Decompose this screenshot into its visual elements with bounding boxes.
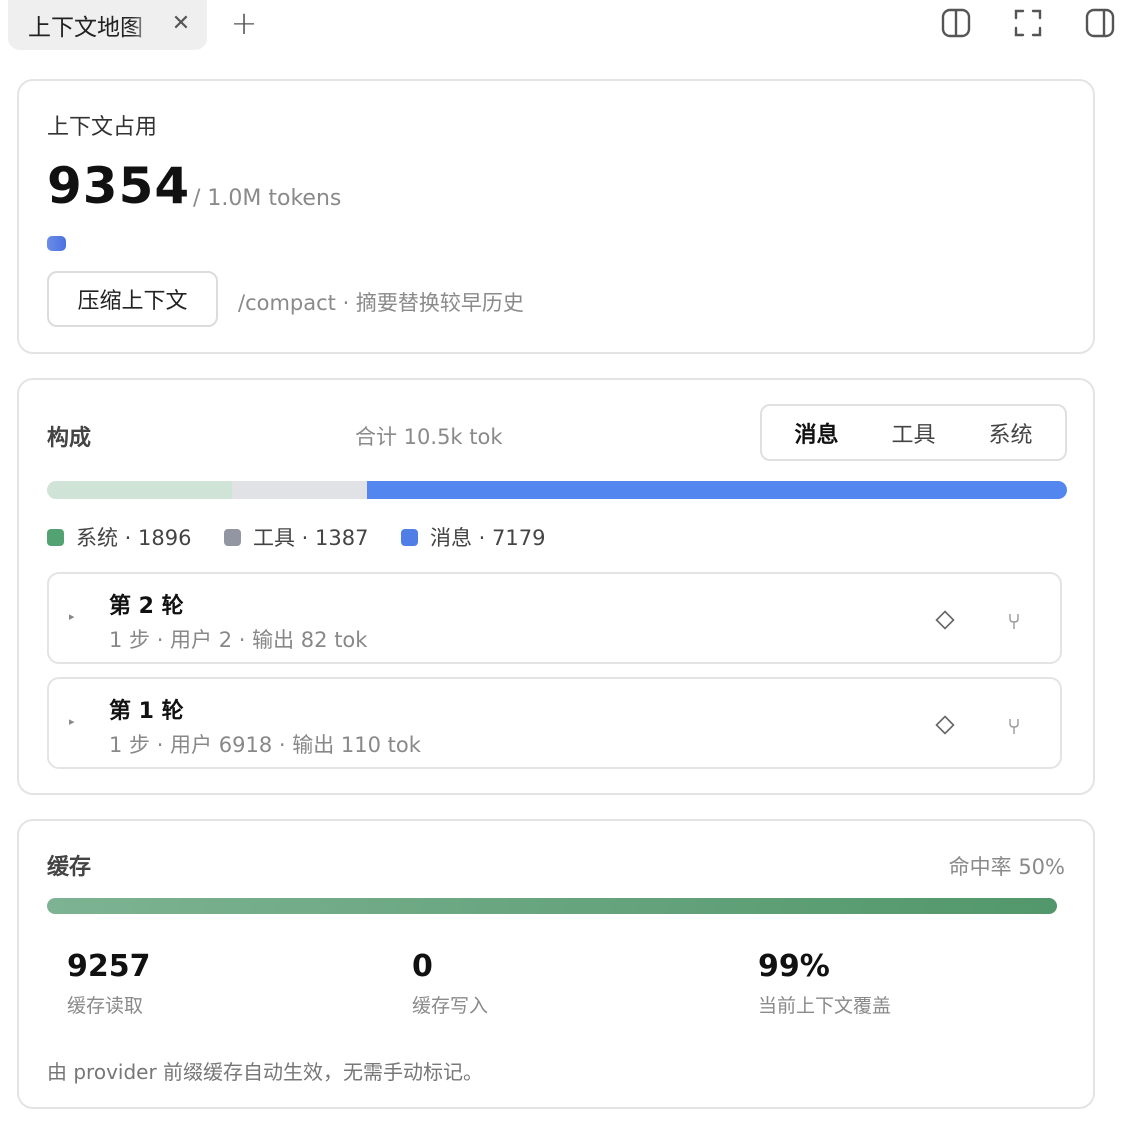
composition-card: 构成 合计 10.5k tok 消息 工具 系统 系统 · 1896 工具 · …: [17, 378, 1095, 795]
cache-footnote: 由 provider 前缀缓存自动生效，无需手动标记。: [47, 1060, 484, 1084]
usage-progress-indicator: [47, 236, 66, 251]
context-coverage-value: 99%: [758, 949, 830, 984]
context-coverage-label: 当前上下文覆盖: [758, 995, 892, 1017]
token-count: 9354: [47, 157, 191, 215]
composition-bar: [47, 481, 1067, 499]
cache-read-label: 缓存读取: [67, 995, 144, 1017]
cache-heading: 缓存: [47, 855, 92, 880]
cache-card: 缓存 命中率 50% 9257 缓存读取 0 缓存写入 99% 当前上下文覆盖 …: [17, 819, 1095, 1109]
turn-subtitle: 1 步 · 用户 6918 · 输出 110 tok: [109, 733, 421, 757]
legend-swatch-system: [47, 528, 64, 546]
turn-title: 第 2 轮: [109, 594, 184, 619]
legend-swatch-message: [401, 528, 418, 546]
cache-read-value: 9257: [67, 949, 151, 984]
cache-write-value: 0: [412, 949, 433, 984]
turn-title: 第 1 轮: [109, 699, 184, 724]
diamond-icon[interactable]: [935, 715, 955, 735]
legend-label-message: 消息 · 7179: [430, 526, 546, 550]
expand-caret-icon[interactable]: ▸: [69, 610, 75, 623]
composition-filter: 消息 工具 系统: [760, 404, 1067, 461]
composition-heading: 构成: [47, 426, 92, 451]
cache-hit-rate: 命中率 50%: [948, 855, 1065, 879]
bar-segment-tool: [231, 481, 368, 499]
close-icon[interactable]: ✕: [170, 8, 192, 38]
tab-messages[interactable]: 消息: [772, 417, 862, 449]
tab-system[interactable]: 系统: [966, 417, 1056, 449]
legend-system: 系统 · 1896: [47, 523, 191, 551]
tab-context-map[interactable]: 上下文地图 ✕: [8, 0, 207, 50]
legend-swatch-tool: [224, 528, 241, 546]
turn-item[interactable]: ▸ 第 1 轮 1 步 · 用户 6918 · 输出 110 tok: [47, 677, 1062, 769]
turn-subtitle: 1 步 · 用户 2 · 输出 82 tok: [109, 628, 368, 652]
tab-tools[interactable]: 工具: [869, 417, 959, 449]
cache-write-label: 缓存写入: [412, 995, 489, 1017]
bar-segment-system: [47, 481, 232, 499]
tab-title: 上下文地图: [28, 15, 143, 41]
legend-message: 消息 · 7179: [401, 523, 545, 551]
split-view-icon[interactable]: [941, 8, 971, 38]
compact-hint: /compact · 摘要替换较早历史: [238, 291, 524, 315]
branch-icon[interactable]: [1007, 612, 1021, 630]
cache-progress-bar: [47, 898, 1057, 914]
branch-icon[interactable]: [1007, 717, 1021, 735]
legend-tool: 工具 · 1387: [224, 523, 368, 551]
expand-caret-icon[interactable]: ▸: [69, 715, 75, 728]
turn-item[interactable]: ▸ 第 2 轮 1 步 · 用户 2 · 输出 82 tok: [47, 572, 1062, 664]
diamond-icon[interactable]: [935, 610, 955, 630]
token-limit: / 1.0M tokens: [193, 186, 342, 211]
add-tab-button[interactable]: +: [228, 4, 260, 42]
compact-context-button[interactable]: 压缩上下文: [47, 271, 218, 327]
context-usage-card: 上下文占用 9354 / 1.0M tokens 压缩上下文 /compact …: [17, 79, 1095, 354]
right-panel-icon[interactable]: [1085, 8, 1115, 38]
legend-label-tool: 工具 · 1387: [253, 526, 369, 550]
composition-total: 合计 10.5k tok: [355, 425, 503, 449]
usage-heading: 上下文占用: [47, 115, 158, 140]
legend-label-system: 系统 · 1896: [76, 526, 192, 550]
bar-segment-message: [367, 481, 1067, 499]
fullscreen-icon[interactable]: [1013, 8, 1043, 38]
